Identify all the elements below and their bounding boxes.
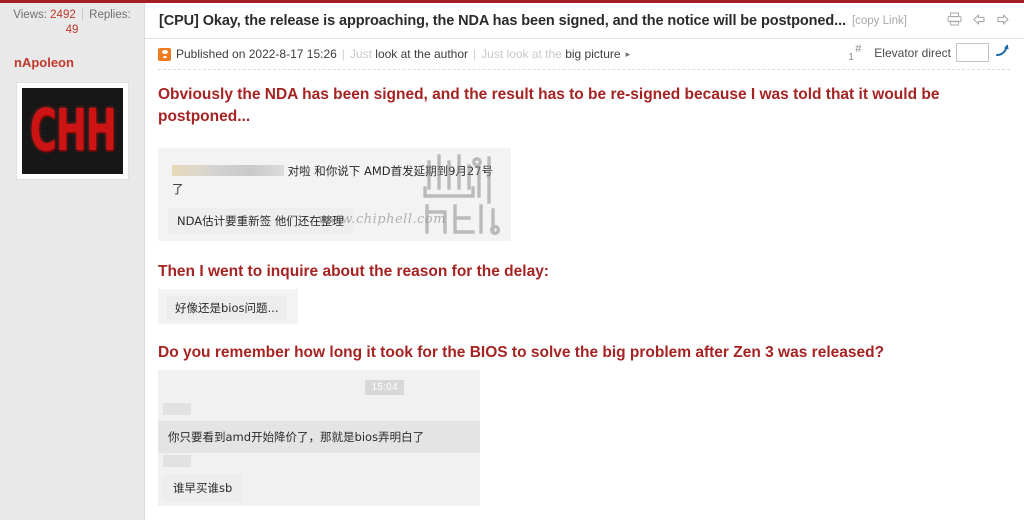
chat-screenshot-2[interactable]: 好像还是bios问题... bbox=[158, 289, 298, 324]
views-label: Views: bbox=[13, 9, 47, 21]
big-picture-prefix: Just look at the bbox=[481, 47, 562, 61]
post-timestamp: Published on 2022-8-17 15:26 bbox=[176, 47, 337, 61]
post-heading-1: Obviously the NDA has been signed, and t… bbox=[158, 86, 940, 125]
redacted-name-bar bbox=[172, 165, 284, 176]
avatar-logo-text: CHH bbox=[29, 97, 117, 165]
chat-screenshot-3[interactable]: 15:04 你只要看到amd开始降价了，那就是bios弄明白了 谁早买谁sb bbox=[158, 370, 480, 506]
replies-label: Replies: bbox=[89, 9, 131, 21]
thread-title-bar: [CPU] Okay, the release is approaching, … bbox=[145, 3, 1024, 39]
post-panel: Published on 2022-8-17 15:26 | Just look… bbox=[145, 39, 1024, 528]
thread-header: Views: 2492 | Replies: 49 [CPU] Okay, th… bbox=[0, 3, 1024, 39]
only-author-prefix: Just bbox=[349, 47, 372, 61]
post-body: nApoleon CHH Published on 2022-8-17 15:2… bbox=[0, 39, 1024, 528]
avatar[interactable]: CHH bbox=[16, 82, 129, 180]
floor-number: 1 bbox=[848, 51, 854, 63]
meta-divider-1: | bbox=[341, 47, 345, 61]
post-heading-2: Then I went to inquire about the reason … bbox=[158, 263, 549, 280]
stats-divider: | bbox=[80, 9, 84, 21]
elevator-direct-label: Elevator direct bbox=[874, 45, 951, 60]
chat3-timestamp: 15:04 bbox=[365, 380, 404, 395]
big-picture-link[interactable]: big picture bbox=[565, 47, 620, 61]
page-title: [CPU] Okay, the release is approaching, … bbox=[159, 12, 846, 29]
back-arrow-icon[interactable] bbox=[972, 13, 986, 26]
post-content: Obviously the NDA has been signed, and t… bbox=[145, 70, 1024, 506]
meta-divider-2: | bbox=[473, 47, 477, 61]
views-count: 2492 bbox=[50, 9, 76, 21]
elevator-controls: # 1 Elevator direct bbox=[848, 42, 1010, 63]
elevator-input[interactable] bbox=[956, 43, 989, 62]
chat-screenshot-1[interactable]: 对啦 和你说下 AMD首发延期到9月27号了 NDA估计要重新签 他们还在整理 … bbox=[158, 148, 511, 241]
chevron-right-icon[interactable]: ▸ bbox=[626, 49, 631, 60]
header-icon-group bbox=[947, 12, 1010, 26]
replies-count: 49 bbox=[65, 24, 79, 36]
author-panel: nApoleon CHH bbox=[0, 39, 145, 520]
floor-number-label: # 1 bbox=[848, 42, 864, 63]
copy-link-button[interactable]: [copy Link] bbox=[852, 15, 907, 27]
print-icon[interactable] bbox=[947, 12, 962, 26]
chiphell-logo-icon bbox=[415, 152, 507, 240]
chat3-message-2: 谁早买谁sb bbox=[163, 474, 243, 502]
chat2-message-1: 好像还是bios问题... bbox=[167, 296, 287, 320]
post-meta-bar: Published on 2022-8-17 15:26 | Just look… bbox=[158, 39, 1010, 70]
user-badge-icon bbox=[158, 47, 171, 61]
go-arrow-icon[interactable] bbox=[995, 43, 1010, 62]
post-heading-3: Do you remember how long it took for the… bbox=[158, 344, 885, 361]
hash-icon: # bbox=[855, 42, 862, 55]
redacted-name-bar-1 bbox=[163, 403, 191, 415]
thread-stats: Views: 2492 | Replies: 49 bbox=[0, 3, 145, 39]
redacted-name-bar-2 bbox=[163, 455, 191, 467]
avatar-image: CHH bbox=[22, 88, 123, 174]
forward-arrow-icon[interactable] bbox=[996, 13, 1010, 26]
chat3-message-1: 你只要看到amd开始降价了，那就是bios弄明白了 bbox=[158, 421, 480, 453]
only-author-link[interactable]: look at the author bbox=[375, 47, 468, 61]
author-username[interactable]: nApoleon bbox=[0, 39, 144, 70]
